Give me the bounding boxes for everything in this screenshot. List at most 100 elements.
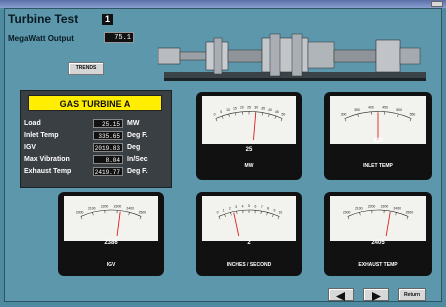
row-unit-igv: Deg: [127, 144, 140, 151]
meter-name-inlet-temp: INLET TEMP: [324, 163, 432, 169]
panel-title: GAS TURBINE A: [28, 95, 162, 111]
gauge-tick-label: 0: [214, 113, 216, 117]
trends-button[interactable]: TRENDS: [68, 62, 104, 75]
row-value-load: 25.15: [93, 119, 123, 128]
gauge-tick-label: 8: [267, 206, 269, 210]
meter-face: 012345678910: [202, 196, 296, 241]
gauge-tick-label: 2000: [76, 211, 84, 215]
row-unit-exhaust-temp: Deg F.: [127, 168, 148, 175]
window-titlebar: [0, 0, 446, 8]
row-unit-load: MW: [127, 120, 139, 127]
meter-vibration: 012345678910 2 INCHES / SECOND: [196, 192, 302, 276]
gauge-tick-label: 2400: [393, 206, 401, 210]
unit-number-badge: 1: [102, 14, 113, 25]
gauge-needle: [383, 212, 390, 236]
gauge-tick: [410, 118, 411, 121]
arrow-right-icon: [364, 291, 388, 302]
gauge-tick-label: 50: [282, 113, 286, 117]
gauge-tick: [231, 212, 232, 215]
gauge-tick-label: 20: [240, 106, 244, 110]
gauge-tick: [216, 118, 217, 121]
return-button[interactable]: Return: [398, 288, 426, 301]
gauge-tick-label: 45: [275, 110, 279, 114]
previous-button[interactable]: [328, 288, 354, 301]
page-title: Turbine Test: [8, 12, 78, 26]
meter-value-vibration: 2: [196, 240, 302, 246]
meter-name-vibration: INCHES / SECOND: [196, 262, 302, 268]
gauge-tick: [225, 214, 226, 217]
gauge-tick-label: 7: [261, 205, 263, 209]
gauge-tick-label: 2: [229, 206, 231, 210]
gauge-tick-label: 2200: [101, 204, 109, 208]
meter-inlet-temp: 300350400450500550 340 INLET TEMP: [324, 92, 432, 180]
gauge-arc: [348, 210, 408, 216]
gauge-tick-label: 4: [242, 204, 244, 208]
row-unit-max-vibration: In/Sec: [127, 156, 148, 163]
meter-value-igv: 2386: [58, 240, 164, 246]
row-value-igv: 2019.83: [93, 143, 123, 152]
gauge-tick-label: 3: [235, 205, 237, 209]
row-value-inlet-temp: 335.65: [93, 131, 123, 140]
gauge-tick-label: 30: [254, 106, 258, 110]
gauge-tick-label: 2000: [343, 211, 351, 215]
meter-face: 200021002200230024002500: [64, 196, 158, 241]
meter-exhaust-temp: 200021002200230024002500 2405 EXHAUST TE…: [324, 192, 432, 276]
meter-name-mw: MW: [196, 163, 302, 169]
gauge-tick-label: 350: [354, 108, 360, 112]
gauge-tick: [360, 212, 361, 215]
gauge-tick: [275, 116, 276, 119]
row-label-max-vibration: Max Vibration: [24, 156, 70, 163]
gauge-tick-label: 1: [223, 208, 225, 212]
gauge-tick: [93, 212, 94, 215]
gauge-tick-label: 10: [226, 108, 230, 112]
meter-face: 300350400450500550: [330, 96, 426, 144]
meter-igv: 200021002200230024002500 2386 IGV: [58, 192, 164, 276]
gauge-tick-label: 25: [247, 105, 251, 109]
meter-face: 200021002200230024002500: [330, 196, 426, 241]
inlet-temp-gauge-scale: 300350400450500550: [330, 96, 426, 140]
gauge-tick: [262, 113, 263, 116]
row-unit-inlet-temp: Deg F.: [127, 132, 148, 139]
gauge-tick-label: 10: [279, 211, 283, 215]
next-button[interactable]: [363, 288, 389, 301]
gauge-tick-label: 2100: [355, 206, 363, 210]
gauge-tick: [269, 114, 270, 117]
gauge-tick: [229, 114, 230, 117]
row-label-inlet-temp: Inlet Temp: [24, 132, 58, 139]
gauge-tick-label: 2500: [139, 211, 147, 215]
gauge-tick: [281, 118, 282, 121]
gauge-tick: [278, 216, 279, 219]
gauge-tick-label: 5: [248, 204, 250, 208]
gauge-tick: [396, 212, 397, 215]
gauge-tick-label: 300: [341, 113, 347, 117]
gauge-tick-label: 35: [261, 107, 265, 111]
gauge-tick-label: 2200: [368, 204, 376, 208]
meter-mw: 05101520253035404550 25 MW: [196, 92, 302, 180]
gauge-needle: [115, 212, 120, 236]
gauge-tick: [222, 116, 223, 119]
gauge-tick: [398, 114, 399, 117]
gauge-tick: [129, 212, 130, 215]
gauge-tick-label: 40: [268, 108, 272, 112]
gauge-tick-label: 500: [396, 108, 402, 112]
gauge-arc: [81, 210, 141, 216]
gauge-tick-label: 5: [220, 110, 222, 114]
arrow-left-icon: [329, 291, 353, 302]
gauge-tick: [261, 211, 262, 214]
row-label-exhaust-temp: Exhaust Temp: [24, 168, 71, 175]
gauge-tick-label: 2400: [126, 206, 134, 210]
gauge-tick-label: 2300: [114, 204, 122, 208]
gauge-tick-label: 2500: [406, 211, 414, 215]
window-close-icon[interactable]: [431, 1, 443, 7]
gauge-tick-label: 450: [382, 106, 388, 110]
megawatt-value: 75.1: [104, 32, 134, 43]
meter-value-inlet-temp: 340: [324, 138, 432, 144]
igv-gauge-scale: 200021002200230024002500: [64, 196, 158, 236]
mw-gauge-scale: 05101520253035404550: [202, 96, 296, 140]
meter-name-igv: IGV: [58, 262, 164, 268]
gauge-tick: [267, 212, 268, 215]
gauge-tick-label: 0: [217, 211, 219, 215]
row-label-load: Load: [24, 120, 41, 127]
row-value-exhaust-temp: 2419.77: [93, 167, 123, 176]
meter-value-mw: 25: [196, 147, 302, 153]
